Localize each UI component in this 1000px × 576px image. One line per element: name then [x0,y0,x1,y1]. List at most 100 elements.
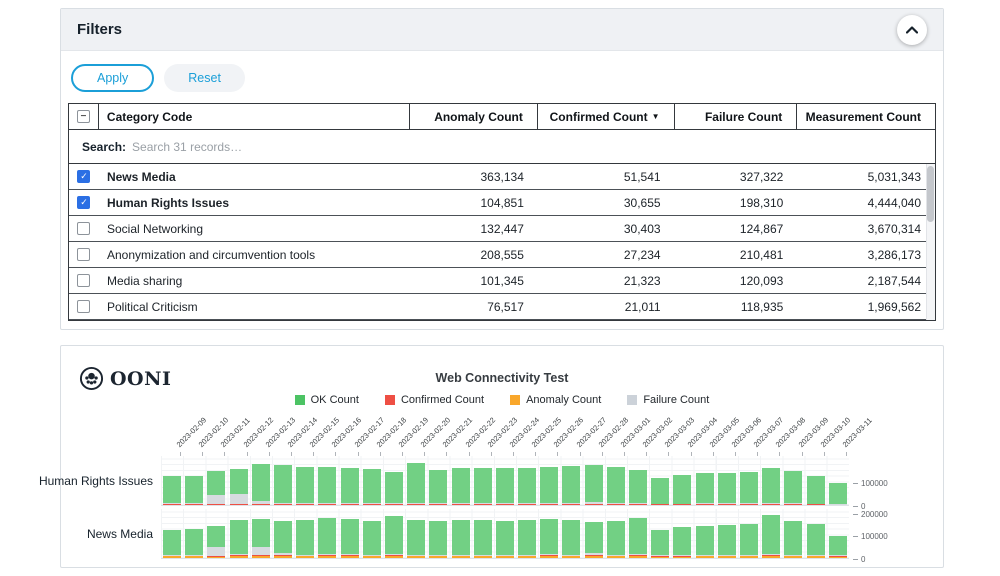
bar-segment [829,557,847,558]
row-checkbox[interactable] [77,300,90,313]
bar-segment [207,504,225,505]
bar-segment [252,501,270,504]
column-header-category[interactable]: Category Code [99,104,410,129]
bar-segment [429,504,447,505]
bar-segment [452,555,470,556]
table-row[interactable]: Social Networking 132,447 30,403 124,867… [69,216,935,242]
select-all-cell: − [69,104,99,129]
search-input[interactable] [132,130,935,163]
bar-segment [407,503,425,504]
select-all-checkbox[interactable]: − [77,110,90,123]
table-row[interactable]: Political Criticism 76,517 21,011 118,93… [69,294,935,320]
row-checkbox[interactable]: ✓ [77,196,90,209]
bar-segment [296,556,314,558]
column-header-failure[interactable]: Failure Count [675,104,798,129]
table-row[interactable]: ✓ News Media 363,134 51,541 327,322 5,03… [69,164,935,190]
bar-segment [252,519,270,547]
bar-segment [474,468,492,504]
bar-segment [274,504,292,505]
table-row[interactable]: Media sharing 101,345 21,323 120,093 2,1… [69,268,935,294]
row-checkbox[interactable] [77,274,90,287]
bar-segment [829,504,847,505]
bar-segment [696,555,714,556]
table-scrollbar-thumb[interactable] [927,166,934,222]
table-body: ✓ News Media 363,134 51,541 327,322 5,03… [69,164,935,320]
bar-segment [496,521,514,555]
row-checkbox[interactable]: ✓ [77,170,90,183]
bar-segment [429,555,447,556]
bar-segment [407,555,425,556]
bar-segment [296,520,314,555]
anomaly-count-cell: 101,345 [410,274,538,288]
column-header-confirmed-label: Confirmed Count [550,110,648,124]
bar-segment [629,470,647,504]
bar-segment [696,555,714,556]
row-checkbox[interactable] [77,248,90,261]
confirmed-count-cell: 21,323 [538,274,675,288]
bar-segment [607,521,625,554]
bar-segment [230,555,248,556]
bar-segment [385,472,403,503]
bar-segment [740,524,758,555]
chart-plot [161,509,849,559]
bar-segment [474,504,492,505]
bar-segment [585,504,603,505]
bar-segment [185,504,203,505]
category-table: − Category Code Anomaly Count Confirmed … [68,103,936,321]
chart-row-label: Human Rights Issues [61,456,161,506]
bar-segment [207,471,225,495]
column-header-anomaly[interactable]: Anomaly Count [410,104,538,129]
bar-segment [696,526,714,555]
legend-label: Anomaly Count [526,394,601,406]
column-header-confirmed[interactable]: Confirmed Count ▼ [538,104,675,129]
bar-segment [607,556,625,558]
bar-segment [474,520,492,555]
apply-button[interactable]: Apply [71,64,154,92]
bar-segment [163,530,181,555]
column-header-measurement[interactable]: Measurement Count [797,104,935,129]
bar-segment [740,555,758,556]
bar-segment [252,464,270,501]
bar-segment [518,504,536,505]
collapse-panel-button[interactable] [897,15,927,45]
filters-panel-header: Filters [61,9,943,51]
confirmed-count-cell: 30,403 [538,222,675,236]
y-axis: 0100000 [849,456,943,506]
table-scrollbar[interactable] [926,164,935,320]
bar-segment [296,467,314,503]
legend-item: Anomaly Count [510,394,601,406]
row-checkbox[interactable] [77,222,90,235]
bar-segment [496,556,514,558]
reset-button[interactable]: Reset [164,64,245,92]
bar-segment [540,556,558,558]
legend-label: Confirmed Count [401,394,484,406]
bar-segment [230,504,248,505]
bar-segment [407,556,425,558]
legend-swatch-icon [295,395,305,405]
bar-segment [607,555,625,556]
measurement-count-cell: 5,031,343 [797,170,935,184]
measurement-count-cell: 3,286,173 [797,248,935,262]
bar-segment [607,467,625,503]
bar-segment [296,504,314,505]
measurement-count-cell: 3,670,314 [797,222,935,236]
bar-segment [540,554,558,555]
bar-segment [629,504,647,505]
bar-segment [207,556,225,557]
bar-segment [163,504,181,505]
bar-segment [163,555,181,556]
legend-swatch-icon [510,395,520,405]
chart-panel: OONI Web Connectivity Test OK CountConfi… [60,345,944,568]
table-row[interactable]: ✓ Human Rights Issues 104,851 30,655 198… [69,190,935,216]
bar-segment [296,504,314,505]
bar-segment [696,504,714,505]
bar-segment [185,529,203,555]
bar-segment [807,524,825,555]
bar-segment [207,504,225,505]
table-row[interactable]: Anonymization and circumvention tools 20… [69,242,935,268]
measurement-count-cell: 1,969,562 [797,300,935,314]
bar-segment [363,504,381,505]
failure-count-cell: 210,481 [675,248,798,262]
bar-segment [740,555,758,556]
anomaly-count-cell: 104,851 [410,196,538,210]
